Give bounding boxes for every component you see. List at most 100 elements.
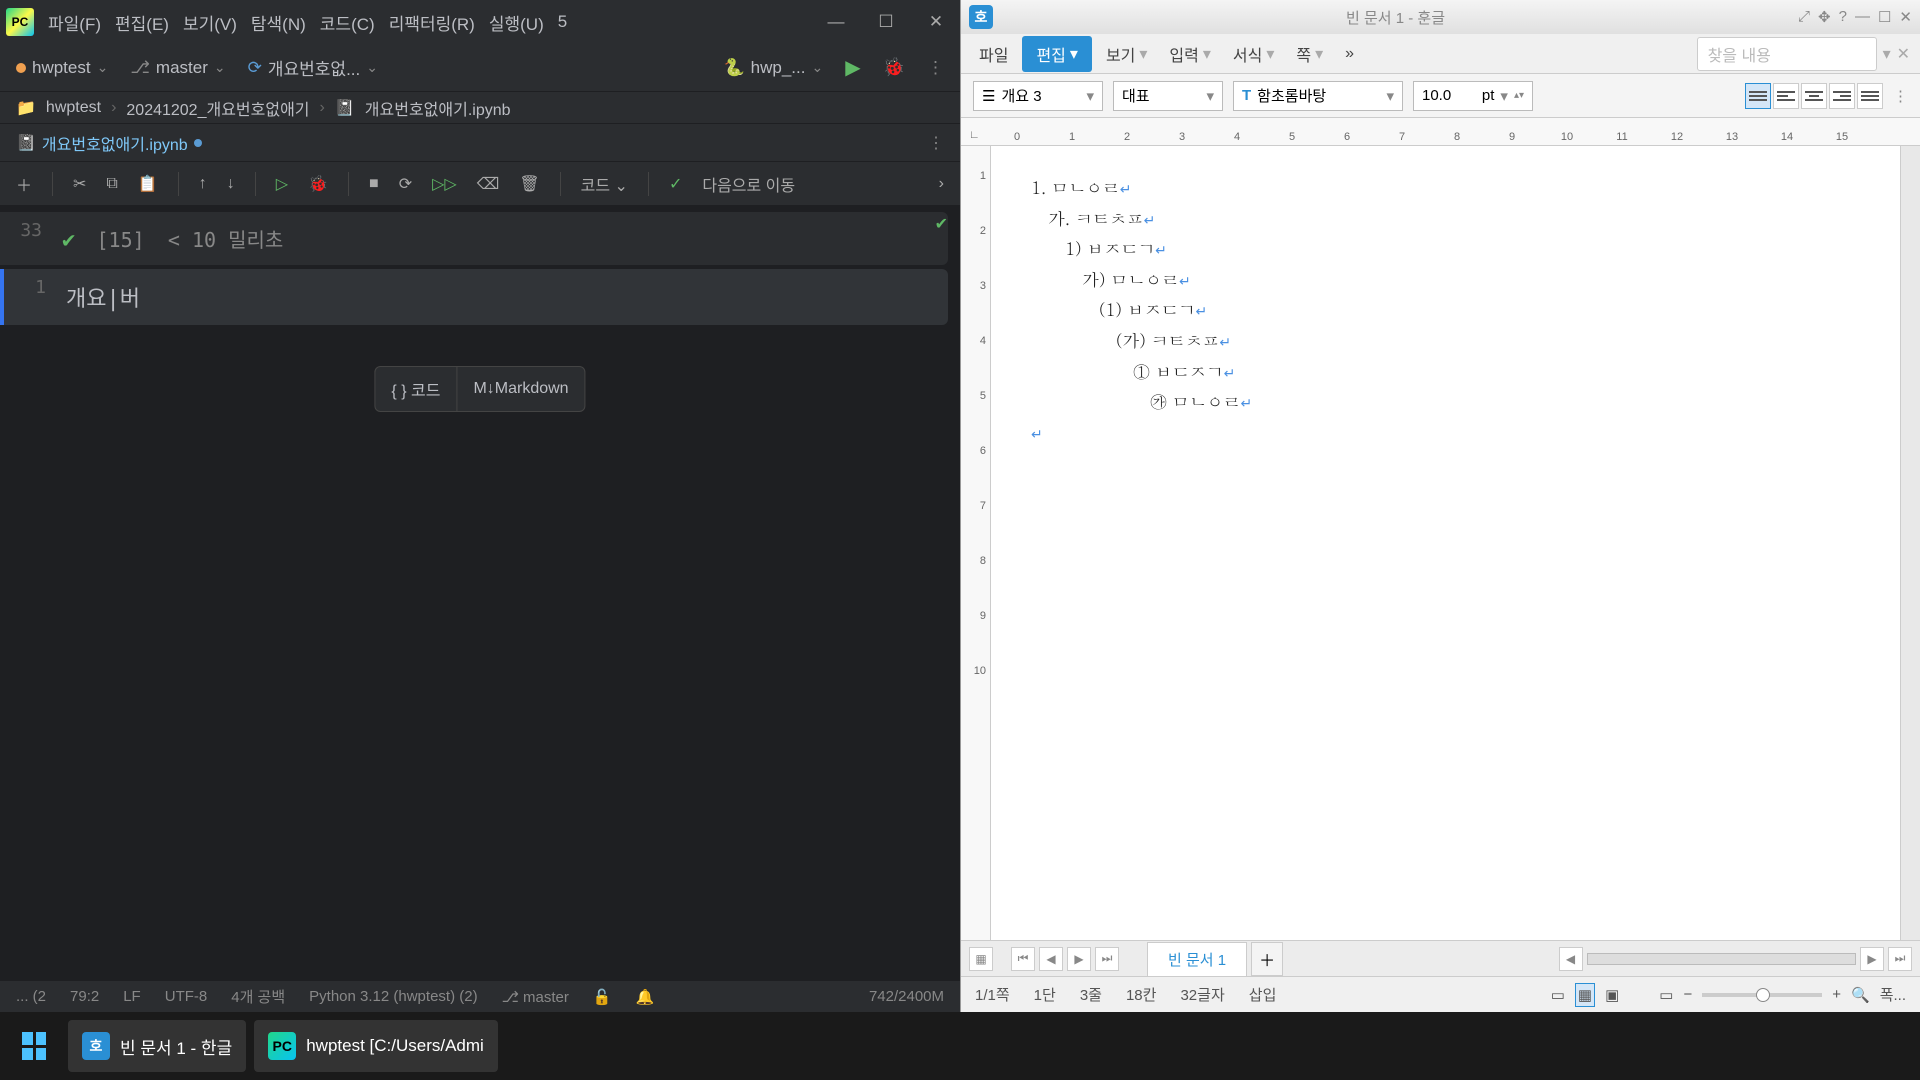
menu-run[interactable]: 실행(U) [489,10,544,35]
menu-format[interactable]: 서식 ▾ [1225,38,1282,70]
notebook-cell-active[interactable]: 1 개요|버 [0,269,948,325]
size-combo[interactable]: 10.0 pt ▾ ▴▾ [1413,81,1533,111]
taskbar-pycharm[interactable]: PC hwptest [C:/Users/Admi [254,1020,498,1072]
zoom-slider[interactable] [1702,993,1822,997]
crumb-2[interactable]: 개요번호없애기.ipynb [365,96,511,120]
menu-edit[interactable]: 편집(E) [115,10,169,35]
status-python[interactable]: Python 3.12 (hwptest) (2) [309,988,477,1005]
document-line[interactable]: 가. ㅋㅌㅊㅍ↵ [1031,203,1860,234]
project-selector[interactable]: hwptest ⌄ [16,58,108,78]
expand-icon[interactable]: › [939,175,944,193]
menu-page[interactable]: 쪽 ▾ [1288,38,1331,70]
status-dan[interactable]: 1단 [1034,984,1056,1005]
document-line[interactable]: (가) ㅋㅌㅊㅍ↵ [1031,325,1860,356]
menu-input[interactable]: 입력 ▾ [1161,38,1218,70]
view-icon-1[interactable]: ▭ [1551,986,1565,1004]
copy-button[interactable]: ⧉ [106,175,117,193]
move-up-button[interactable]: ↑ [199,175,207,193]
move-down-button[interactable]: ↓ [227,175,235,193]
vertical-scrollbar[interactable] [1900,146,1920,940]
add-cell-button[interactable]: ＋ [16,172,32,196]
style-combo[interactable]: ☰ 개요 3 ▾ [973,81,1103,111]
align-distribute-button[interactable] [1857,83,1883,109]
branch-selector[interactable]: ⎇ master ⌄ [130,58,225,78]
hscroll-end[interactable]: ⏭ [1888,947,1912,971]
menu-file[interactable]: 파일(F) [48,10,101,35]
stop-button[interactable]: ■ [369,175,379,193]
zoom-search-icon[interactable]: 🔍 [1851,986,1870,1004]
cell-type-selector[interactable]: 코드 ⌄ [581,172,628,196]
next-label[interactable]: 다음으로 이동 [702,172,795,196]
status-col[interactable]: 18칸 [1126,984,1157,1005]
minimize-button[interactable]: — [1855,8,1870,26]
run-config[interactable]: ⟳ 개요번호없... ⌄ [248,55,378,80]
cell-text[interactable]: 개요|버 [56,277,948,317]
document-line[interactable]: ① ㅂㄷㅈㄱ↵ [1031,356,1860,387]
close-button[interactable]: ✕ [1899,8,1912,26]
status-pos[interactable]: 79:2 [70,988,99,1005]
editor-tab[interactable]: 📓 개요번호없애기.ipynb [16,131,202,155]
taskbar-hangul[interactable]: 호 빈 문서 1 - 한글 [68,1020,246,1072]
align-justify-button[interactable] [1745,83,1771,109]
view-icon-2[interactable]: ▦ [1575,983,1595,1007]
view-toggle-icon[interactable]: ▦ [969,947,993,971]
menu-view[interactable]: 보기 ▾ [1098,38,1155,70]
font-combo[interactable]: T 함초롬바탕 ▾ [1233,81,1403,111]
run-all-button[interactable]: ▷▷ [432,174,457,194]
hscroll-right[interactable]: ▶ [1860,947,1884,971]
maximize-button[interactable]: ☐ [868,4,904,40]
menu-overflow[interactable]: 5 [558,12,567,32]
notebook-cell-prev[interactable]: 33 ✔ [15] < 10 밀리초 [0,212,948,265]
close-button[interactable]: ✕ [918,4,954,40]
next-page-button[interactable]: ▶ [1067,947,1091,971]
delete-button[interactable]: 🗑 [519,174,539,194]
document-line[interactable]: ↵ [1031,417,1860,448]
document-line[interactable]: 1. ㅁㄴㅇㄹ↵ [1031,172,1860,203]
crumb-1[interactable]: 20241202_개요번호없애기 [126,96,309,120]
search-dropdown[interactable]: ▾ [1883,44,1891,64]
document-tab[interactable]: 빈 문서 1 [1147,942,1247,976]
lang-combo[interactable]: 대표 ▾ [1113,81,1223,111]
vertical-ruler[interactable]: 12345678910 [961,146,991,940]
spinner-icon[interactable]: ▴▾ [1514,92,1524,99]
menu-navigate[interactable]: 탐색(N) [251,10,306,35]
interpreter-selector[interactable]: 🐍 hwp_... ⌄ [723,58,823,78]
prev-page-button[interactable]: ◀ [1039,947,1063,971]
horizontal-scrollbar[interactable] [1587,953,1856,965]
status-page[interactable]: 1/1쪽 [975,984,1010,1005]
status-spaces[interactable]: 4개 공백 [231,986,285,1007]
pin-icon[interactable]: ✥ [1818,8,1831,26]
zoom-minus[interactable]: − [1683,986,1692,1003]
restart-button[interactable]: ⟳ [399,174,412,194]
menubar-close[interactable]: ✕ [1897,44,1910,64]
zoom-label[interactable]: 폭... [1880,984,1906,1005]
menu-code[interactable]: 코드(C) [320,10,375,35]
status-le[interactable]: LF [123,988,141,1005]
align-right-button[interactable] [1829,83,1855,109]
menu-view[interactable]: 보기(V) [183,10,237,35]
add-code-cell-button[interactable]: { } 코드 [375,367,457,411]
search-input[interactable]: 찾을 내용 [1697,37,1877,71]
toolbar-more[interactable]: ⋮ [1893,87,1908,105]
expand-icon[interactable]: ⤢ [1798,8,1810,26]
start-button[interactable] [8,1020,60,1072]
maximize-button[interactable]: ☐ [1878,8,1891,26]
menu-file[interactable]: 파일 [971,38,1016,70]
align-center-button[interactable] [1801,83,1827,109]
clear-button[interactable]: ⌫ [477,174,500,194]
menu-overflow[interactable]: » [1337,41,1362,67]
run-cell-button[interactable]: ▷ [276,174,288,194]
align-left-button[interactable] [1773,83,1799,109]
menu-edit[interactable]: 편집 ▾ [1022,36,1091,72]
tab-more-button[interactable]: ⋮ [928,133,944,153]
bell-icon[interactable]: 🔔 [636,988,655,1006]
notebook-editor[interactable]: ✔ 33 ✔ [15] < 10 밀리초 1 개요|버 { } 코드 M↓Mar… [0,206,960,980]
more-button[interactable]: ⋮ [927,58,944,78]
status-line[interactable]: 3줄 [1080,984,1102,1005]
crumb-0[interactable]: hwptest [46,99,101,117]
help-icon[interactable]: ? [1839,8,1847,26]
document-line[interactable]: ㉮ ㅁㄴㅇㄹ↵ [1031,386,1860,417]
status-branch[interactable]: ⎇ master [502,988,569,1006]
cut-button[interactable]: ✂ [73,174,86,194]
add-markdown-cell-button[interactable]: M↓Markdown [457,367,584,411]
